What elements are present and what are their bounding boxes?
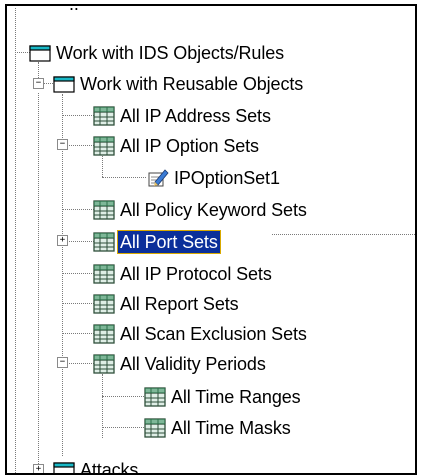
tree-node-label: All Report Sets (120, 294, 239, 314)
tree-node-label: All Policy Keyword Sets (120, 200, 307, 220)
pencil-document-icon (148, 169, 169, 187)
table-icon (93, 200, 115, 220)
table-icon (93, 136, 115, 156)
tree-connector (69, 363, 94, 364)
tree-node-label: All Time Ranges (171, 387, 301, 407)
tree-connector (15, 8, 16, 473)
tree-connector (62, 273, 94, 274)
tree-node-label: All IP Protocol Sets (120, 264, 272, 284)
tree-connector (69, 241, 94, 242)
tree-connector (102, 156, 103, 177)
tree-node-label-selected: All Port Sets (117, 230, 221, 254)
table-icon (144, 387, 166, 407)
tree-node-label: All Validity Periods (120, 354, 266, 374)
tree-connector (62, 303, 94, 304)
table-icon (93, 324, 115, 344)
table-icon (144, 418, 166, 438)
tree-connector (102, 427, 144, 428)
folder-icon (29, 45, 51, 62)
table-icon (93, 294, 115, 314)
expand-toggle[interactable]: + (57, 235, 68, 246)
tree-connector (69, 145, 94, 146)
table-icon (93, 232, 115, 252)
tree-node-label: IPOptionSet1 (174, 168, 280, 188)
table-icon (93, 354, 115, 374)
collapse-toggle[interactable]: − (33, 78, 44, 89)
tree-node-label: All IP Address Sets (120, 106, 271, 126)
tree-node-label: All IP Option Sets (120, 136, 259, 156)
tree-connector (62, 209, 94, 210)
tree-node-label: All Scan Exclusion Sets (120, 324, 307, 344)
tree-node-label: Work with IDS Objects/Rules (56, 43, 285, 63)
tree-node-label: Work with Reusable Objects (80, 74, 304, 94)
tree-node-label: All Time Masks (171, 418, 291, 438)
tree-node-label: Attacks (80, 460, 139, 475)
collapse-toggle[interactable]: − (57, 139, 68, 150)
tree-connector (102, 177, 146, 178)
tree-connector (62, 115, 94, 116)
expand-toggle[interactable]: + (33, 464, 44, 473)
tree-connector (38, 93, 39, 468)
folder-icon (53, 76, 75, 93)
table-icon (93, 106, 115, 126)
clipped-header-label: .. - (69, 4, 90, 14)
tree-connector (102, 374, 103, 438)
tree-connector (62, 333, 94, 334)
folder-icon (53, 462, 75, 473)
tree-connector (102, 396, 144, 397)
tree-panel: .. - Work with IDS Objects/Rules − Work … (5, 4, 417, 475)
collapse-toggle[interactable]: − (57, 357, 68, 368)
table-icon (93, 264, 115, 284)
tree-connector (272, 234, 415, 235)
